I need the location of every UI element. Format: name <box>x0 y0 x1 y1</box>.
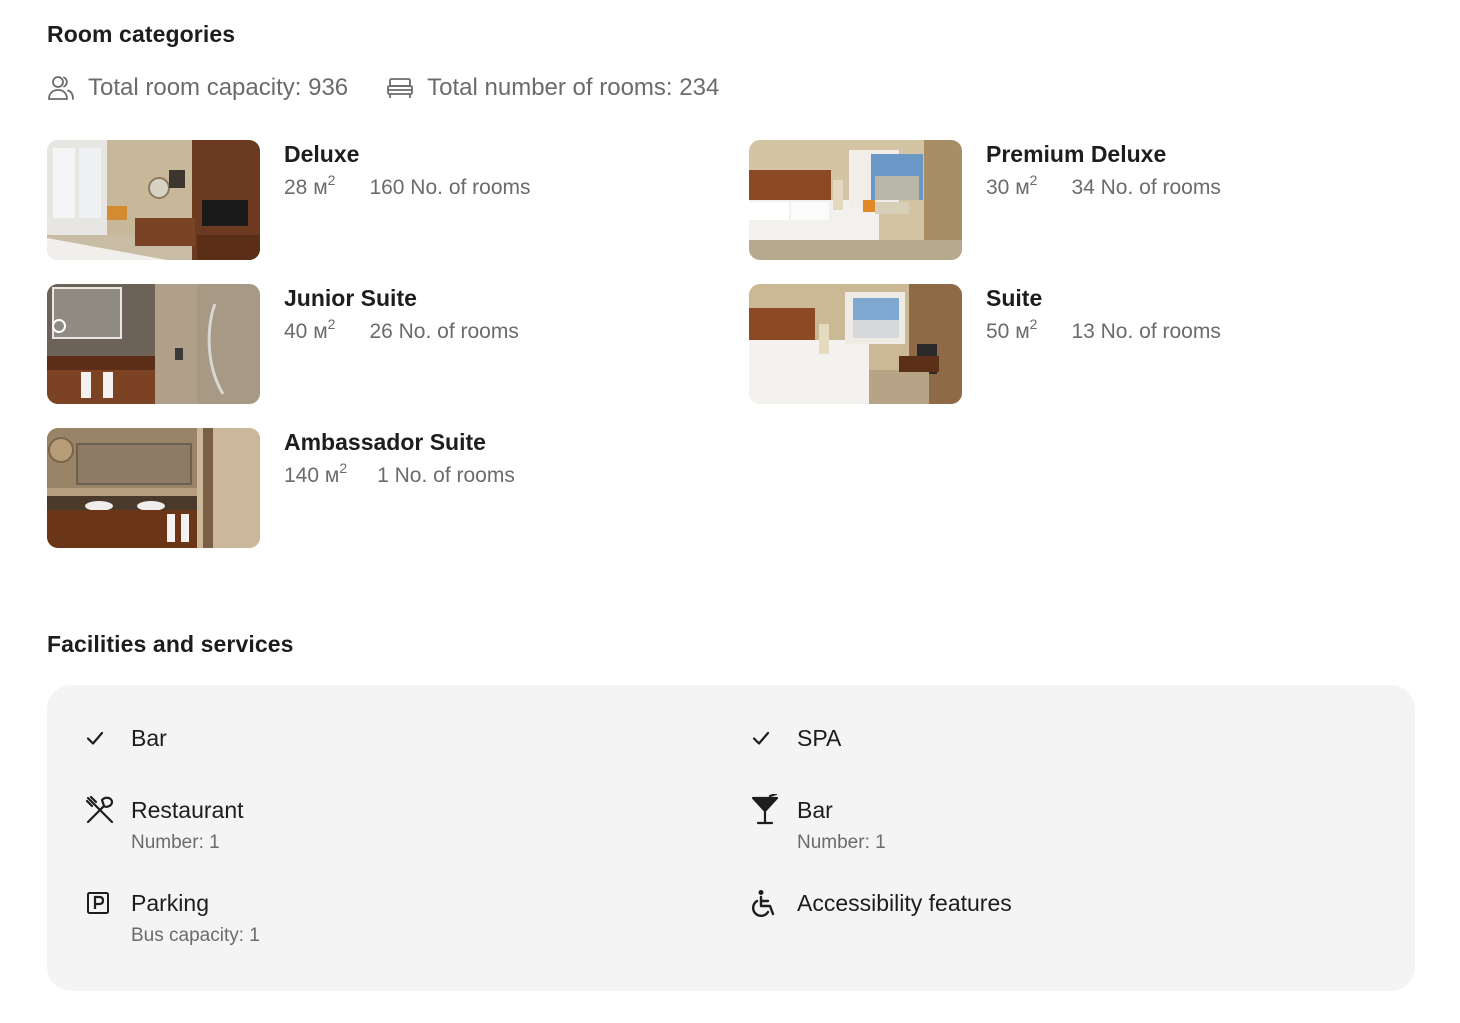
total-capacity: Total room capacity: 936 <box>47 74 348 102</box>
room-name: Premium Deluxe <box>986 141 1167 167</box>
room-photo-junior-suite[interactable] <box>47 284 260 404</box>
room-area: 30 м2 <box>986 172 1038 199</box>
facility-sub: Number: 1 <box>797 832 886 853</box>
room-count: 13 No. of rooms <box>1071 320 1221 343</box>
room-area: 28 м2 <box>284 172 336 199</box>
room-name: Suite <box>986 285 1043 311</box>
facility-sub: Bus capacity: 1 <box>131 925 260 946</box>
facility-label: Bar <box>797 797 833 823</box>
total-rooms-text: Total number of rooms: 234 <box>427 74 720 101</box>
check-icon <box>84 720 120 756</box>
facility-bar-count: Bar Number: 1 <box>713 792 886 854</box>
parking-icon <box>84 885 120 921</box>
bed-icon <box>387 78 414 98</box>
facilities-panel: Bar SPA Restaurant Number: 1 Bar Number:… <box>47 685 1415 991</box>
room-card-premium-deluxe[interactable]: Premium Deluxe 30 м2 34 No. of rooms <box>749 140 1369 260</box>
room-categories-title: Room categories <box>47 21 236 47</box>
room-area: 40 м2 <box>284 316 336 343</box>
room-card-junior-suite[interactable]: Junior Suite 40 м2 26 No. of rooms <box>47 284 667 404</box>
total-rooms: Total number of rooms: 234 <box>386 74 719 102</box>
facility-sub: Number: 1 <box>131 832 220 853</box>
check-icon <box>750 720 786 756</box>
cutlery-icon <box>84 792 120 828</box>
room-photo-deluxe[interactable] <box>47 140 260 260</box>
room-count: 26 No. of rooms <box>369 320 519 343</box>
facilities-title: Facilities and services <box>47 631 294 657</box>
facility-parking: Parking Bus capacity: 1 <box>47 885 260 947</box>
facility-spa: SPA <box>713 720 841 756</box>
room-card-ambassador-suite[interactable]: Ambassador Suite 140 м2 1 No. of rooms <box>47 428 667 548</box>
people-icon <box>48 76 74 100</box>
room-photo-premium-deluxe[interactable] <box>749 140 962 260</box>
room-card-deluxe[interactable]: Deluxe 28 м2 160 No. of rooms <box>47 140 667 260</box>
room-photo-suite[interactable] <box>749 284 962 404</box>
room-area: 50 м2 <box>986 316 1038 343</box>
facility-label: Parking <box>131 890 209 916</box>
room-summary: Total room capacity: 936 Total number of… <box>47 74 719 102</box>
wheelchair-icon <box>750 885 786 921</box>
room-count: 160 No. of rooms <box>369 176 531 199</box>
facility-label: Bar <box>131 725 167 751</box>
room-count: 1 No. of rooms <box>377 464 515 487</box>
facility-label: Accessibility features <box>797 890 1012 916</box>
cocktail-icon <box>750 792 786 828</box>
room-name: Ambassador Suite <box>284 429 486 455</box>
room-count: 34 No. of rooms <box>1071 176 1221 199</box>
room-name: Deluxe <box>284 141 360 167</box>
facility-label: SPA <box>797 725 842 751</box>
facility-bar: Bar <box>47 720 167 756</box>
room-photo-ambassador-suite[interactable] <box>47 428 260 548</box>
facility-accessibility: Accessibility features <box>713 885 1012 921</box>
room-area: 140 м2 <box>284 460 348 487</box>
room-name: Junior Suite <box>284 285 417 311</box>
facility-label: Restaurant <box>131 797 244 823</box>
facility-restaurant: Restaurant Number: 1 <box>47 792 244 854</box>
total-capacity-text: Total room capacity: 936 <box>88 74 349 101</box>
room-card-suite[interactable]: Suite 50 м2 13 No. of rooms <box>749 284 1369 404</box>
